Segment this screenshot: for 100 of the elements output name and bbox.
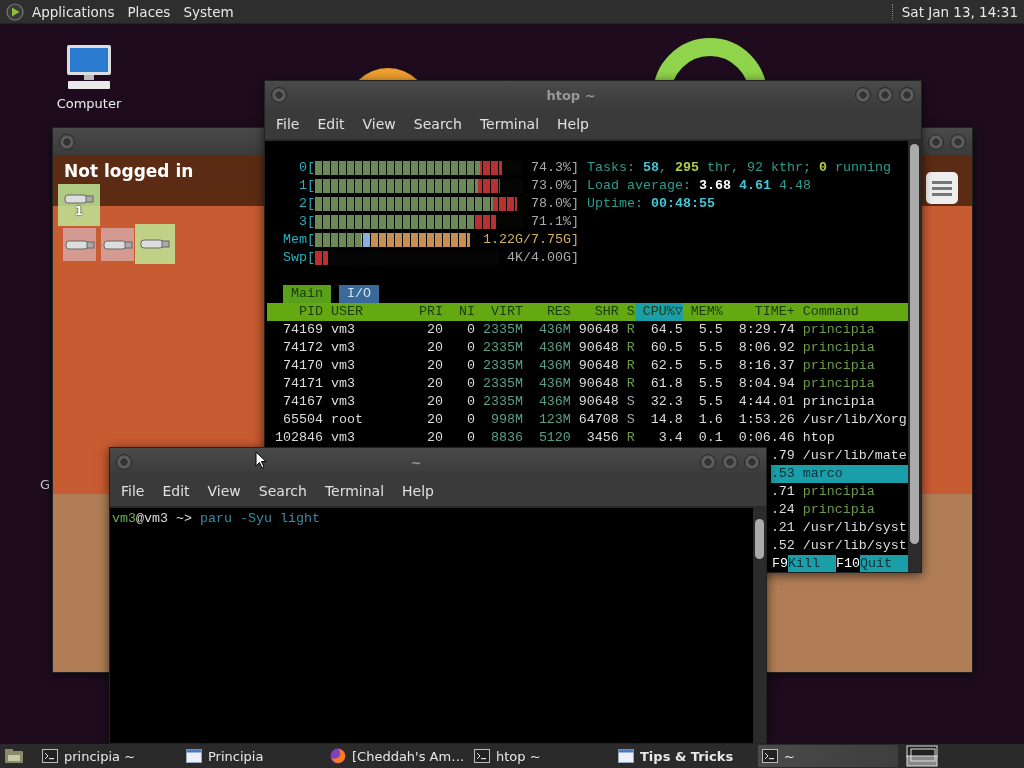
table-cell-text: 20 [425,339,443,357]
panel-menu[interactable]: Applications [32,3,115,20]
process-row[interactable]: 74172 vm3 20 0 2335M 436M 90648 R 60.5 5.5 8:06.92 principia [267,339,908,357]
table-cell-text: 90648 [577,393,619,411]
desktop-icon-label[interactable]: Computer [56,96,122,111]
table-cell-text: vm3 [330,339,356,357]
tool-slot[interactable] [63,228,96,261]
menu-item[interactable]: File [267,116,309,132]
computer-icon[interactable] [64,44,114,90]
tab[interactable]: Main [283,285,331,303]
process-row[interactable]: .79 /usr/lib/mate [770,447,908,465]
table-cell: .79 [770,447,795,465]
column-header[interactable]: NI [442,303,475,321]
window-button[interactable] [877,87,893,103]
meter-reading: 4K/4.00G] [506,249,579,267]
desktop-icon-label[interactable]: G [40,477,51,492]
function-key-action[interactable]: Kill [788,555,836,572]
process-row[interactable]: 65504 root 20 0 998M 123M 64708 S 14.8 1.6 1:53.26 /usr/lib/Xorg [267,411,908,429]
window-button[interactable] [722,454,738,470]
menu-item[interactable]: Edit [308,116,354,132]
process-row[interactable]: .21 /usr/lib/syst [770,519,908,537]
tool-slot[interactable] [135,224,175,264]
function-key: F9 [772,555,789,572]
menu-item[interactable]: Terminal [470,116,549,132]
show-desktop-icon[interactable] [4,748,24,764]
menu-item[interactable]: Search [404,116,471,132]
panel-menu[interactable]: Places [127,3,171,20]
table-cell-text: 5.5 [697,357,723,375]
panel-menu[interactable]: System [183,3,234,20]
meter-label: 2[ [298,195,315,213]
process-row[interactable]: 74170 vm3 20 0 2335M 436M 90648 R 62.5 5.5 8:16.37 principia [267,357,908,375]
workspace-switcher-icon[interactable] [906,745,938,767]
menu-logo-icon[interactable] [6,2,24,21]
table-cell-text: 1:53.26 [737,411,795,429]
table-cell: .71 [770,483,795,501]
window-button[interactable] [928,134,944,150]
table-cell-text: 90648 [577,357,619,375]
menu-item[interactable]: View [198,483,250,499]
menu-icon[interactable] [925,171,959,205]
title-bar[interactable]: htop ~ [265,81,921,109]
column-header[interactable]: PRI [402,303,443,321]
column-header[interactable]: RES [522,303,571,321]
table-cell-text: 20 [425,393,443,411]
table-cell-text: 74167 [282,393,323,411]
menu-item[interactable]: Edit [153,483,199,499]
window-title: ~ [410,454,422,470]
taskbar-button[interactable]: principia ~ [38,745,178,767]
clock[interactable]: Sat Jan 13, 14:31 [901,3,1018,20]
menu-item[interactable]: Search [249,483,316,499]
process-row[interactable]: .53 marco [770,465,908,483]
window-button[interactable] [855,87,871,103]
table-cell-text: 20 [425,321,443,339]
process-row[interactable]: .24 principia [770,501,908,519]
menu-item[interactable]: Help [393,483,443,499]
window-button[interactable] [271,87,287,103]
process-row[interactable]: 102846 vm3 20 0 8836 5120 3456 R 3.4 0.1 0:06.46 htop [267,429,908,447]
function-key-action[interactable]: Quit [860,555,908,572]
scrollbar[interactable] [753,508,766,743]
taskbar-button[interactable]: Tips & Tricks [614,745,754,767]
window-button[interactable] [899,87,915,103]
window-button[interactable] [59,134,75,150]
taskbar-button[interactable]: [Cheddah's Am… [326,745,466,767]
window-button[interactable] [744,454,760,470]
column-header[interactable]: PID [267,303,323,321]
table-cell-text: root [330,411,364,429]
taskbar-button[interactable]: htop ~ [470,745,610,767]
table-cell-text: 8:06.92 [737,339,795,357]
process-row[interactable]: 74171 vm3 20 0 2335M 436M 90648 R 61.8 5.5 8:04.94 principia [267,375,908,393]
column-header[interactable]: TIME+ [722,303,795,321]
tab[interactable]: I/O [338,285,379,303]
column-header[interactable]: CPU%▽ [634,303,683,321]
column-header[interactable]: S [626,303,635,321]
menu-item[interactable]: File [112,483,154,499]
column-header[interactable]: USER [330,303,403,321]
window-button[interactable] [950,134,966,150]
column-header[interactable]: Command [802,303,907,321]
menu-item[interactable]: View [353,116,405,132]
taskbar-button[interactable]: Principia [182,745,322,767]
column-header[interactable]: SHR [570,303,619,321]
menu-item[interactable]: Help [548,116,598,132]
table-cell-text: 20 [425,375,443,393]
summary-line: Tasks: 58, 295 thr, 92 kthr; 0 running [586,159,892,177]
window-button[interactable] [116,454,132,470]
part-icon [64,193,94,205]
table-cell-text: principia [802,375,876,393]
title-bar[interactable]: ~ [110,448,766,476]
scrollbar[interactable] [908,141,921,572]
table-cell: R [626,375,635,393]
window-button[interactable] [700,454,716,470]
process-row[interactable]: 74169 vm3 20 0 2335M 436M 90648 R 64.5 5.5 8:29.74 principia [267,321,908,339]
process-row[interactable]: .71 principia [770,483,908,501]
table-cell-text: 0 [465,321,475,339]
tool-slot[interactable] [101,228,134,261]
column-header[interactable]: MEM% [682,303,723,321]
process-row[interactable]: 74167 vm3 20 0 2335M 436M 90648 S 32.3 5.5 4:44.01 principia [267,393,908,411]
part-icon [64,238,95,251]
process-row[interactable]: .52 /usr/lib/syst [770,537,908,555]
menu-item[interactable]: Terminal [315,483,394,499]
column-header[interactable]: VIRT [474,303,523,321]
taskbar-button[interactable]: ~ [758,745,898,767]
